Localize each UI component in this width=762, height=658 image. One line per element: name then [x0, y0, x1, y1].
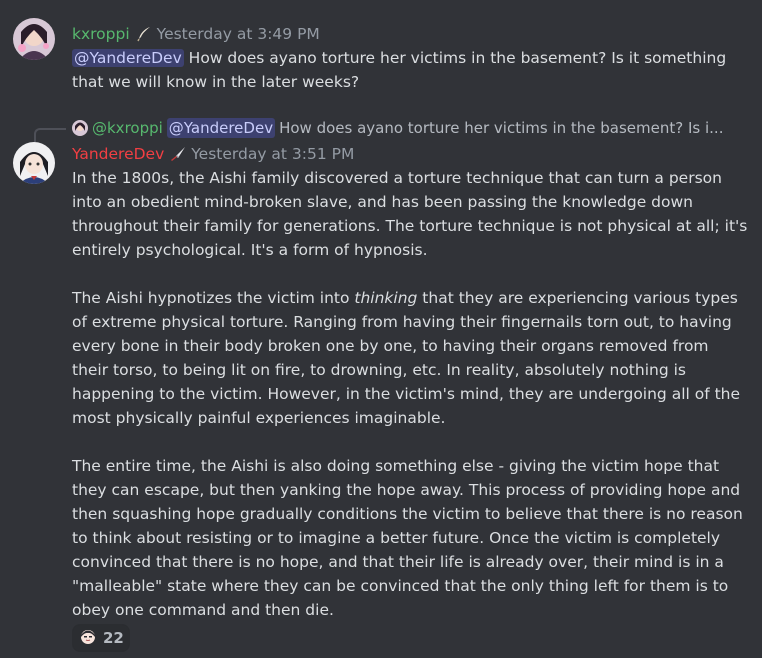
message-paragraph: The Aishi hypnotizes the victim into thi…	[72, 286, 748, 430]
message-paragraph: In the 1800s, the Aishi family discovere…	[72, 169, 748, 259]
italic-text: thinking	[354, 289, 418, 307]
quill-pen-icon	[136, 26, 152, 42]
knife-icon	[170, 146, 186, 162]
author-name[interactable]: kxroppi	[72, 23, 130, 45]
discord-chat: kxroppi Yesterday at 3:49 PM @YandereDev…	[0, 0, 762, 658]
reply-spine	[34, 128, 66, 142]
paragraph-text: The Aishi hypnotizes the victim into	[72, 289, 355, 307]
kxroppi-avatar[interactable]	[13, 18, 55, 60]
message-paragraph: The entire time, the Aishi is also doing…	[72, 457, 743, 619]
paragraph-text: that they are experiencing various types…	[72, 289, 741, 427]
reaction-count: 22	[103, 629, 124, 647]
reply-mention[interactable]: @YandereDev	[166, 118, 276, 138]
reply-author[interactable]: @kxroppi	[92, 118, 163, 138]
reaction-button[interactable]: 22	[72, 624, 130, 652]
kxroppi-mini-avatar	[72, 120, 88, 136]
yanderedev-avatar[interactable]	[13, 142, 55, 184]
timestamp[interactable]: Yesterday at 3:51 PM	[191, 143, 354, 165]
reply-reference[interactable]: @kxroppi @YandereDev How does ayano tort…	[72, 118, 723, 138]
reply-text: How does ayano torture her victims in th…	[279, 119, 724, 137]
anime-face-emoji-icon	[79, 627, 97, 649]
message-header: kxroppi Yesterday at 3:49 PM	[72, 23, 320, 45]
message-content: @YandereDev How does ayano torture her v…	[72, 46, 748, 94]
author-name[interactable]: YandereDev	[72, 143, 164, 165]
message-header: YandereDev Yesterday at 3:51 PM	[72, 143, 354, 165]
timestamp[interactable]: Yesterday at 3:49 PM	[157, 23, 320, 45]
message-content: In the 1800s, the Aishi family discovere…	[72, 166, 748, 622]
user-mention[interactable]: @YandereDev	[72, 49, 184, 67]
message-text: @YandereDev How does ayano torture her v…	[72, 46, 748, 94]
